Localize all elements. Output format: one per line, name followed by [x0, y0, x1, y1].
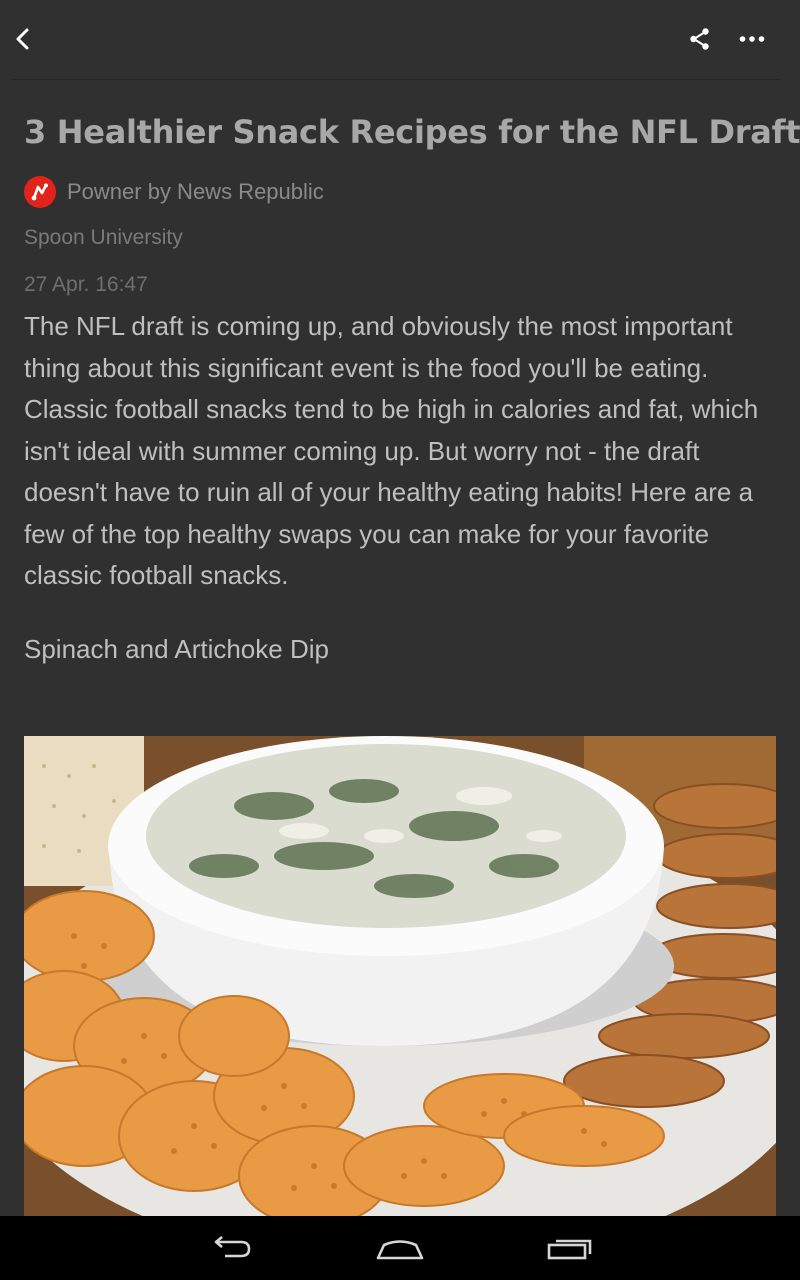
top-toolbar: [0, 0, 800, 79]
article-title: 3 Healthier Snack Recipes for the NFL Dr…: [24, 113, 800, 151]
article-content: 3 Healthier Snack Recipes for the NFL Dr…: [24, 80, 800, 669]
more-options-button[interactable]: [730, 17, 774, 61]
article-screen: 3 Healthier Snack Recipes for the NFL Dr…: [0, 0, 800, 1280]
nav-recents-icon: [547, 1239, 592, 1260]
recipe-subheading: Spinach and Artichoke Dip: [24, 633, 329, 664]
nav-back-button[interactable]: [200, 1228, 260, 1268]
share-icon: [690, 28, 709, 50]
system-navigation-bar: [0, 1216, 800, 1280]
nav-back-icon: [214, 1236, 251, 1258]
nav-recents-button[interactable]: [540, 1228, 600, 1268]
spinach-dip-image[interactable]: [24, 736, 776, 1216]
powered-by-label: Powner by News Republic: [67, 179, 324, 204]
share-button[interactable]: [678, 17, 722, 61]
article-date: 27 Apr. 16:47: [24, 273, 148, 296]
news-republic-logo-icon: [24, 176, 56, 208]
powered-by-row[interactable]: Powner by News Republic: [24, 174, 776, 210]
chevron-left-icon: [16, 28, 29, 50]
article-body: The NFL draft is coming up, and obviousl…: [24, 311, 759, 590]
spinach-dip-photo: [24, 736, 776, 1216]
back-button[interactable]: [2, 17, 46, 61]
more-horizontal-icon: [739, 36, 765, 42]
article-source[interactable]: Spoon University: [24, 218, 776, 258]
nav-home-button[interactable]: [370, 1228, 430, 1268]
nav-home-icon: [376, 1240, 424, 1260]
